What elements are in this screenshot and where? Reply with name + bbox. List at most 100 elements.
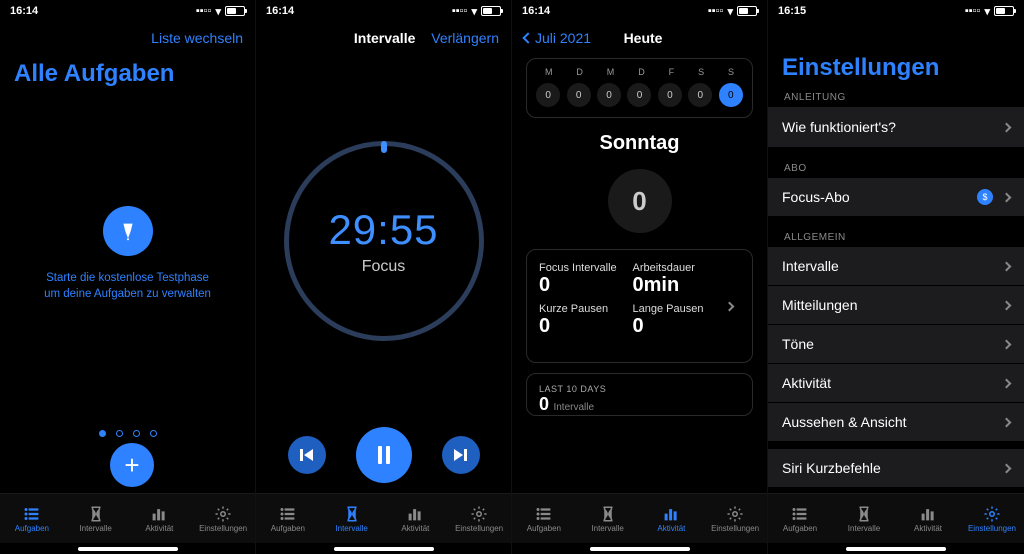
- week-selector[interactable]: M D M D F S S 0 0 0 0 0 0 0: [526, 58, 753, 118]
- bars-icon: [149, 505, 169, 523]
- nav-bar: Juli 2021 Heute: [512, 22, 767, 54]
- day-count: 0: [608, 169, 672, 233]
- day-cell[interactable]: 0: [597, 83, 621, 107]
- row-focus-abo[interactable]: Focus-Abo$: [768, 178, 1024, 216]
- tab-einstellungen[interactable]: Einstellungen: [447, 494, 511, 543]
- tab-intervalle[interactable]: Intervalle: [64, 494, 128, 543]
- row-tone[interactable]: Töne: [768, 325, 1024, 364]
- battery-icon: [994, 6, 1014, 16]
- extend-link[interactable]: Verlängern: [431, 30, 499, 46]
- home-indicator[interactable]: [78, 547, 178, 551]
- stat-label: Lange Pausen: [633, 303, 727, 315]
- clock: 16:14: [522, 5, 550, 17]
- tab-aktivitat[interactable]: Aktivität: [896, 494, 960, 543]
- change-list-link[interactable]: Liste wechseln: [151, 30, 243, 46]
- day-cell[interactable]: 0: [627, 83, 651, 107]
- status-bar: 16:14 ▪▪▫▫ ▾: [0, 0, 255, 22]
- weekday-label: M: [545, 67, 553, 77]
- wifi-icon: ▾: [471, 5, 477, 18]
- tab-aufgaben[interactable]: Aufgaben: [0, 494, 64, 543]
- lamp-icon: [117, 220, 139, 242]
- stat-value: 0: [539, 274, 633, 297]
- section-header: ANLEITUNG: [768, 82, 1024, 107]
- gear-icon: [982, 505, 1002, 523]
- row-intervalle[interactable]: Intervalle: [768, 247, 1024, 286]
- day-cell[interactable]: 0: [688, 83, 712, 107]
- tab-einstellungen[interactable]: Einstellungen: [191, 494, 255, 543]
- timer-ring: 29:55 Focus: [284, 141, 484, 341]
- page-dots[interactable]: [0, 420, 255, 443]
- wifi-icon: ▾: [215, 5, 221, 18]
- weekday-label: M: [607, 67, 615, 77]
- day-cell[interactable]: 0: [536, 83, 560, 107]
- signal-icon: ▪▪▫▫: [196, 5, 212, 17]
- status-icons: ▪▪▫▫ ▾: [196, 5, 245, 18]
- home-indicator[interactable]: [846, 547, 946, 551]
- home-indicator[interactable]: [334, 547, 434, 551]
- row-siri[interactable]: Siri Kurzbefehle: [768, 449, 1024, 487]
- pause-button[interactable]: [356, 427, 412, 483]
- weekday-label: F: [669, 67, 675, 77]
- day-cell-selected[interactable]: 0: [719, 83, 743, 107]
- tab-einstellungen[interactable]: Einstellungen: [703, 494, 767, 543]
- add-button[interactable]: +: [110, 443, 154, 487]
- weekday-label: S: [728, 67, 734, 77]
- nav-title: Heute: [624, 30, 663, 46]
- bars-icon: [661, 505, 681, 523]
- tab-aktivitat[interactable]: Aktivität: [128, 494, 192, 543]
- clock: 16:14: [10, 5, 38, 17]
- battery-icon: [225, 6, 245, 16]
- row-mitteilungen[interactable]: Mitteilungen: [768, 286, 1024, 325]
- stats-card[interactable]: Focus Intervalle0 Arbeitsdauer0min Kurze…: [526, 249, 753, 363]
- stat-value: 0min: [633, 274, 727, 297]
- battery-icon: [737, 6, 757, 16]
- history-card[interactable]: LAST 10 DAYS 0 Intervalle: [526, 373, 753, 416]
- back-button[interactable]: Juli 2021: [524, 30, 591, 46]
- chevron-right-icon: [1003, 118, 1010, 136]
- hourglass-icon: [598, 505, 618, 523]
- screen-timer: 16:14 ▪▪▫▫▾ Intervalle Verlängern 29:55 …: [256, 0, 512, 554]
- section-header: ABO: [768, 153, 1024, 178]
- row-aktivitat[interactable]: Aktivität: [768, 364, 1024, 403]
- day-cell[interactable]: 0: [567, 83, 591, 107]
- tab-aufgaben[interactable]: Aufgaben: [256, 494, 320, 543]
- tab-intervalle[interactable]: Intervalle: [832, 494, 896, 543]
- list-icon: [278, 505, 298, 523]
- tab-aktivitat[interactable]: Aktivität: [640, 494, 704, 543]
- tab-intervalle[interactable]: Intervalle: [320, 494, 384, 543]
- screen-tasks: 16:14 ▪▪▫▫ ▾ Liste wechseln Alle Aufgabe…: [0, 0, 256, 554]
- skip-forward-button[interactable]: [442, 436, 480, 474]
- chevron-right-icon: [1002, 261, 1012, 271]
- chevron-right-icon: [726, 297, 740, 315]
- row-aussehen[interactable]: Aussehen & Ansicht: [768, 403, 1024, 441]
- timer-label: Focus: [362, 258, 406, 276]
- day-cell[interactable]: 0: [658, 83, 682, 107]
- tab-intervalle[interactable]: Intervalle: [576, 494, 640, 543]
- gear-icon: [213, 505, 233, 523]
- tab-aktivitat[interactable]: Aktivität: [384, 494, 448, 543]
- tab-aufgaben[interactable]: Aufgaben: [512, 494, 576, 543]
- status-bar: 16:14 ▪▪▫▫▾: [512, 0, 767, 22]
- chevron-right-icon: [1002, 192, 1012, 202]
- stat-label: Kurze Pausen: [539, 303, 633, 315]
- gear-icon: [725, 505, 745, 523]
- tab-einstellungen[interactable]: Einstellungen: [960, 494, 1024, 543]
- row-how-it-works[interactable]: Wie funktioniert's?: [768, 107, 1024, 147]
- trial-text: Starte die kostenlose Testphase um deine…: [44, 270, 211, 302]
- tab-aufgaben[interactable]: Aufgaben: [768, 494, 832, 543]
- skip-back-button[interactable]: [288, 436, 326, 474]
- stat-label: Focus Intervalle: [539, 262, 633, 274]
- bars-icon: [405, 505, 425, 523]
- chevron-right-icon: [1002, 339, 1012, 349]
- home-indicator[interactable]: [590, 547, 690, 551]
- battery-icon: [481, 6, 501, 16]
- tab-bar: Aufgaben Intervalle Aktivität Einstellun…: [768, 493, 1024, 543]
- stat-value: 0: [633, 315, 727, 338]
- page-title: Einstellungen: [768, 54, 1024, 82]
- nav-bar: Liste wechseln: [0, 22, 255, 54]
- trial-icon-button[interactable]: [103, 206, 153, 256]
- screen-settings: 16:15 ▪▪▫▫▾ Einstellungen ANLEITUNG Wie …: [768, 0, 1024, 554]
- tab-bar: Aufgaben Intervalle Aktivität Einstellun…: [0, 493, 255, 543]
- list-icon: [534, 505, 554, 523]
- signal-icon: ▪▪▫▫: [708, 5, 724, 17]
